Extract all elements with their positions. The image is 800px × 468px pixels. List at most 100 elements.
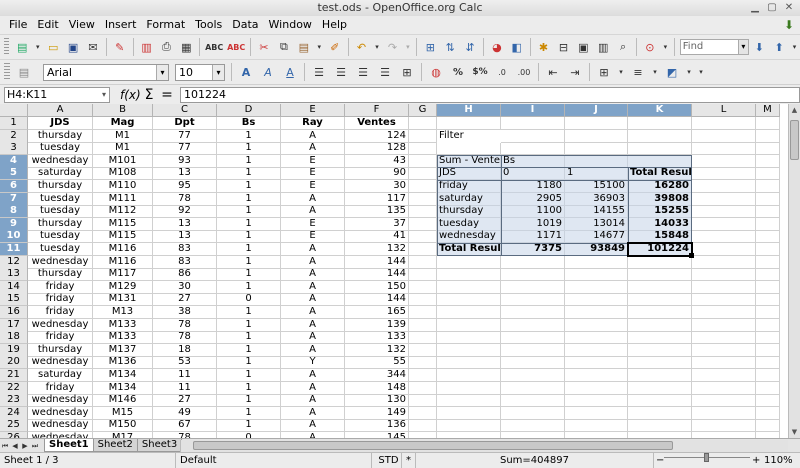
empty-cell[interactable] <box>565 306 628 319</box>
empty-cell[interactable] <box>756 205 780 219</box>
table-cell[interactable]: M134 <box>93 381 153 395</box>
table-cell[interactable]: 135 <box>345 205 409 219</box>
empty-cell[interactable] <box>628 280 692 294</box>
empty-cell[interactable] <box>437 268 501 282</box>
row-header[interactable]: 24 <box>0 406 28 420</box>
empty-cell[interactable] <box>565 268 628 282</box>
row-header[interactable]: 5 <box>0 167 28 181</box>
table-cell[interactable]: M115 <box>93 230 153 244</box>
empty-cell[interactable] <box>565 394 628 408</box>
table-cell[interactable]: 95 <box>153 180 217 193</box>
empty-cell[interactable] <box>628 419 692 433</box>
table-cell[interactable]: friday <box>28 331 93 345</box>
empty-cell[interactable] <box>692 394 756 408</box>
table-cell[interactable]: A <box>281 129 345 143</box>
justify-icon[interactable]: ☰ <box>376 63 394 81</box>
empty-cell[interactable] <box>692 243 756 256</box>
pivot-row-total[interactable]: 16280 <box>628 180 692 193</box>
empty-cell[interactable] <box>692 343 756 357</box>
empty-cell[interactable] <box>437 318 501 332</box>
empty-cell[interactable] <box>628 293 692 307</box>
horizontal-scrollbar[interactable] <box>180 440 788 452</box>
undo-dropdown-icon[interactable]: ▾ <box>373 38 380 56</box>
row-header[interactable]: 2 <box>0 129 28 143</box>
empty-cell[interactable] <box>437 343 501 357</box>
open-icon[interactable]: ▭ <box>45 38 61 56</box>
scroll-down-icon[interactable]: ▼ <box>789 426 800 438</box>
empty-cell[interactable] <box>628 356 692 370</box>
header-cell[interactable]: Ventes <box>345 117 409 130</box>
empty-cell[interactable] <box>565 318 628 332</box>
sheet-tab-sheet1[interactable]: Sheet1 <box>44 439 94 452</box>
table-cell[interactable]: 30 <box>153 280 217 294</box>
pivot-row-field[interactable]: JDS <box>437 167 501 180</box>
empty-cell[interactable] <box>756 318 780 332</box>
bold-icon[interactable]: A <box>237 63 255 81</box>
empty-cell[interactable] <box>565 129 628 143</box>
borders-dropdown-icon[interactable]: ▾ <box>617 63 625 81</box>
prev-sheet-icon[interactable]: ◀ <box>10 440 20 452</box>
table-cell[interactable]: 132 <box>345 243 409 256</box>
empty-cell[interactable] <box>437 356 501 370</box>
email-icon[interactable]: ✉ <box>85 38 101 56</box>
table-cell[interactable]: 1 <box>217 306 281 319</box>
row-header[interactable]: 7 <box>0 192 28 206</box>
line-style-icon[interactable]: ≡ <box>629 63 647 81</box>
empty-cell[interactable] <box>409 268 437 282</box>
empty-cell[interactable] <box>437 117 501 130</box>
empty-cell[interactable] <box>628 306 692 319</box>
selection-mode[interactable]: STD <box>372 453 402 468</box>
toolbar-grip[interactable] <box>4 63 10 81</box>
currency-format-icon[interactable]: ◍ <box>427 63 445 81</box>
percent-format-icon[interactable]: % <box>449 63 467 81</box>
zoom-in-icon[interactable]: + <box>752 453 760 468</box>
table-cell[interactable]: M15 <box>93 406 153 420</box>
table-cell[interactable]: M137 <box>93 343 153 357</box>
empty-cell[interactable] <box>501 406 565 420</box>
empty-cell[interactable] <box>692 255 756 269</box>
empty-cell[interactable] <box>501 280 565 294</box>
empty-cell[interactable] <box>437 255 501 269</box>
row-header[interactable]: 16 <box>0 306 28 319</box>
menu-format[interactable]: Format <box>141 16 190 34</box>
table-cell[interactable]: 30 <box>345 180 409 193</box>
empty-cell[interactable] <box>692 406 756 420</box>
table-cell[interactable]: M129 <box>93 280 153 294</box>
table-cell[interactable]: tuesday <box>28 142 93 156</box>
empty-cell[interactable] <box>692 192 756 206</box>
cut-icon[interactable]: ✂ <box>256 38 272 56</box>
print-preview-icon[interactable]: ▦ <box>178 38 194 56</box>
empty-cell[interactable] <box>692 180 756 193</box>
row-header[interactable]: 15 <box>0 293 28 307</box>
empty-cell[interactable] <box>628 369 692 382</box>
table-cell[interactable]: 144 <box>345 293 409 307</box>
empty-cell[interactable] <box>501 356 565 370</box>
row-header[interactable]: 19 <box>0 343 28 357</box>
row-header[interactable]: 1 <box>0 117 28 130</box>
pivot-value[interactable]: 13014 <box>565 218 628 231</box>
empty-cell[interactable] <box>409 369 437 382</box>
empty-cell[interactable] <box>437 331 501 345</box>
table-cell[interactable]: friday <box>28 293 93 307</box>
empty-cell[interactable] <box>692 293 756 307</box>
empty-cell[interactable] <box>501 419 565 433</box>
borders-icon[interactable]: ⊞ <box>595 63 613 81</box>
column-header-i[interactable]: I <box>501 104 565 117</box>
pivot-row-label[interactable]: thursday <box>437 205 501 218</box>
column-header-k[interactable]: K <box>628 104 692 117</box>
toolbar-overflow-icon[interactable]: ▾ <box>791 38 798 56</box>
empty-cell[interactable] <box>501 142 565 156</box>
table-cell[interactable]: wednesday <box>28 356 93 370</box>
row-header[interactable]: 21 <box>0 369 28 382</box>
table-cell[interactable]: 1 <box>217 217 281 231</box>
empty-cell[interactable] <box>409 167 437 181</box>
empty-cell[interactable] <box>409 406 437 420</box>
table-cell[interactable]: A <box>281 369 345 382</box>
table-cell[interactable]: 133 <box>345 331 409 345</box>
empty-cell[interactable] <box>437 306 501 319</box>
empty-cell[interactable] <box>409 306 437 319</box>
empty-cell[interactable] <box>437 142 501 156</box>
empty-cell[interactable] <box>756 129 780 143</box>
table-cell[interactable]: 1 <box>217 192 281 206</box>
pivot-row-total[interactable]: 15255 <box>628 205 692 218</box>
